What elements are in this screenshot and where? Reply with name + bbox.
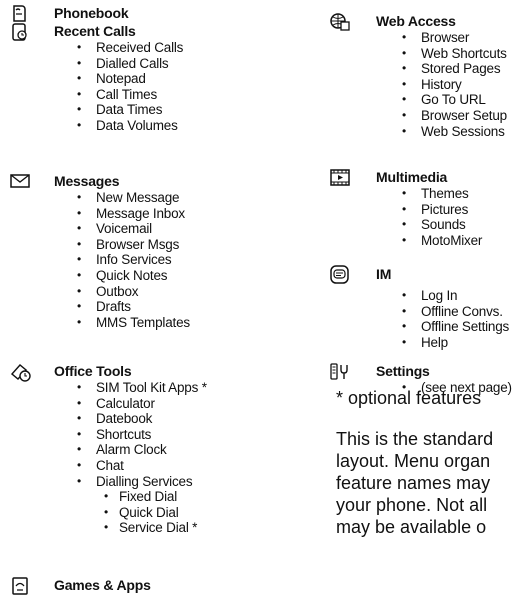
multimedia-list: Themes Pictures Sounds MotoMixer: [306, 186, 516, 248]
list-item: Pictures: [306, 202, 516, 218]
menu-messages: Messages New Message Message Inbox Voice…: [0, 172, 300, 330]
list-item: Go To URL: [306, 92, 516, 108]
menu-recent-calls: Recent Calls Received Calls Dialled Call…: [0, 22, 300, 134]
list-item: Browser Msgs: [0, 237, 300, 253]
list-item: Voicemail: [0, 221, 300, 237]
recent-calls-list: Received Calls Dialled Calls Notepad Cal…: [0, 40, 300, 134]
menu-phonebook: Phonebook: [0, 4, 300, 22]
recent-calls-icon: [8, 22, 32, 42]
menu-title-office-tools: Office Tools: [54, 363, 132, 379]
description-line: feature names may: [336, 473, 491, 493]
messages-list: New Message Message Inbox Voicemail Brow…: [0, 190, 300, 330]
list-item: Offline Settings: [306, 319, 516, 335]
menu-multimedia: Multimedia Themes Pictures Sounds MotoMi…: [306, 168, 516, 248]
list-item: Stored Pages: [306, 61, 516, 77]
list-item: Outbox: [0, 284, 300, 300]
list-item: Received Calls: [0, 40, 300, 56]
list-item: History: [306, 77, 516, 93]
web-access-list: Browser Web Shortcuts Stored Pages Histo…: [306, 30, 516, 139]
menu-title-im: IM: [376, 266, 392, 282]
list-item: Web Sessions: [306, 124, 516, 140]
menu-title-settings: Settings: [376, 363, 430, 379]
list-item: Datebook: [0, 411, 300, 427]
dialling-services-sublist: Fixed Dial Quick Dial Service Dial *: [0, 489, 300, 536]
list-item: Log In: [306, 288, 516, 304]
menu-title-multimedia: Multimedia: [376, 169, 448, 185]
sub-list-item: Quick Dial: [0, 505, 300, 521]
optional-features-note: * optional features: [336, 388, 482, 408]
list-item: Alarm Clock: [0, 442, 300, 458]
phonebook-icon: [8, 4, 32, 24]
list-item: Web Shortcuts: [306, 46, 516, 62]
list-item: Browser Setup: [306, 108, 516, 124]
description-line: your phone. Not all: [336, 495, 488, 515]
list-item: Notepad: [0, 71, 300, 87]
list-item: Offline Convs.: [306, 304, 516, 320]
menu-office-tools: Office Tools SIM Tool Kit Apps * Calcula…: [0, 362, 300, 536]
list-item: MMS Templates: [0, 315, 300, 331]
office-tools-icon: [8, 362, 32, 382]
list-item: Data Volumes: [0, 118, 300, 134]
list-item: Browser: [306, 30, 516, 46]
list-item: SIM Tool Kit Apps *: [0, 380, 300, 396]
list-item: Calculator: [0, 396, 300, 412]
menu-web-access: Web Access Browser Web Shortcuts Stored …: [306, 12, 516, 139]
menu-games-apps: Games & Apps: [0, 576, 300, 596]
im-icon: [328, 265, 352, 285]
list-item: Sounds: [306, 217, 516, 233]
list-item: Info Services: [0, 252, 300, 268]
description-line: This is the standard: [336, 429, 494, 449]
list-item: Shortcuts: [0, 427, 300, 443]
list-item: Themes: [306, 186, 516, 202]
layout-description: This is the standard layout. Menu organ …: [336, 428, 516, 538]
menu-title-recent-calls: Recent Calls: [54, 23, 136, 39]
menu-title-games-apps: Games & Apps: [54, 577, 151, 593]
film-icon: [328, 168, 352, 188]
list-item: Help: [306, 335, 516, 351]
list-item: Message Inbox: [0, 206, 300, 222]
list-item: Dialled Calls: [0, 56, 300, 72]
envelope-icon: [8, 172, 32, 192]
sub-list-item: Fixed Dial: [0, 489, 300, 505]
menu-title-phonebook: Phonebook: [54, 5, 129, 21]
list-item: New Message: [0, 190, 300, 206]
settings-icon: [328, 362, 352, 382]
list-item: Data Times: [0, 102, 300, 118]
list-item: Chat: [0, 458, 300, 474]
list-item: Drafts: [0, 299, 300, 315]
sub-list-item: Service Dial *: [0, 520, 300, 536]
list-item: Call Times: [0, 87, 300, 103]
menu-title-web-access: Web Access: [376, 13, 456, 29]
menu-title-messages: Messages: [54, 173, 120, 189]
im-list: Log In Offline Convs. Offline Settings H…: [306, 288, 516, 350]
description-line: layout. Menu organ: [336, 451, 491, 471]
menu-im: IM Log In Offline Convs. Offline Setting…: [306, 265, 516, 350]
globe-icon: [328, 12, 352, 32]
list-item: Quick Notes: [0, 268, 300, 284]
description-line: may be available o: [336, 517, 487, 537]
games-icon: [8, 576, 32, 596]
office-tools-list: SIM Tool Kit Apps * Calculator Datebook …: [0, 380, 300, 489]
list-item: MotoMixer: [306, 233, 516, 249]
list-item: Dialling Services: [0, 474, 300, 490]
